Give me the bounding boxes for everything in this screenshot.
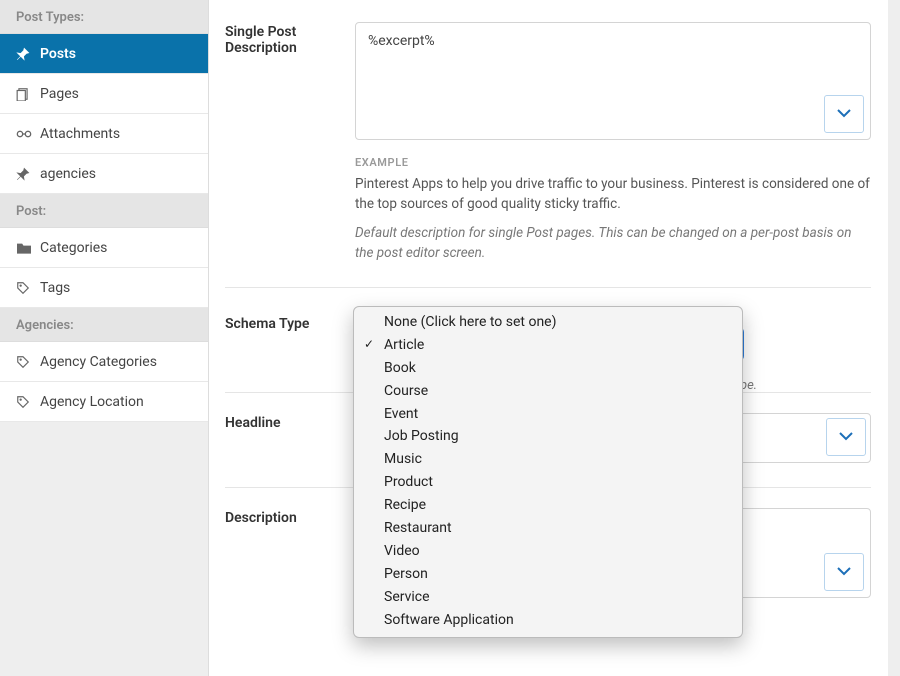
single-post-description-label: Single Post Description: [225, 22, 345, 56]
chevron-down-icon: [837, 567, 851, 577]
page-icon: [16, 87, 40, 101]
headline-label: Headline: [225, 413, 345, 431]
sidebar-item-posts[interactable]: Posts: [0, 34, 208, 74]
description-label: Description: [225, 508, 345, 526]
schema-type-dropdown[interactable]: None (Click here to set one) Article Boo…: [353, 306, 743, 638]
dropdown-option-service[interactable]: Service: [354, 586, 742, 609]
sidebar-item-label: Attachments: [40, 126, 120, 142]
sidebar-item-label: agencies: [40, 166, 96, 182]
pin-icon: [16, 167, 40, 181]
dropdown-option-product[interactable]: Product: [354, 471, 742, 494]
sidebar-item-label: Posts: [40, 46, 76, 62]
dropdown-option-restaurant[interactable]: Restaurant: [354, 517, 742, 540]
dropdown-option-recipe[interactable]: Recipe: [354, 494, 742, 517]
sidebar-item-label: Pages: [40, 86, 79, 102]
folder-icon: [16, 241, 40, 255]
dropdown-option-none[interactable]: None (Click here to set one): [354, 311, 742, 334]
sidebar-item-tags[interactable]: Tags: [0, 268, 208, 308]
sidebar-group-header-post: Post:: [0, 194, 208, 228]
example-text: Pinterest Apps to help you drive traffic…: [355, 175, 871, 214]
sidebar-group-header-post-types: Post Types:: [0, 0, 208, 34]
sidebar-item-agency-location[interactable]: Agency Location: [0, 382, 208, 422]
pin-icon: [16, 47, 40, 61]
variable-dropdown-button[interactable]: [824, 553, 864, 591]
attachments-icon: [16, 127, 40, 141]
divider: [225, 287, 871, 288]
sidebar-item-pages[interactable]: Pages: [0, 74, 208, 114]
single-post-description-value[interactable]: %excerpt%: [356, 23, 870, 93]
variable-dropdown-button[interactable]: [826, 418, 866, 456]
sidebar-item-label: Tags: [40, 280, 70, 296]
sidebar-item-agency-categories[interactable]: Agency Categories: [0, 342, 208, 382]
sidebar-item-attachments[interactable]: Attachments: [0, 114, 208, 154]
chevron-down-icon: [837, 109, 851, 119]
example-heading: EXAMPLE: [355, 156, 871, 169]
sidebar-item-label: Agency Categories: [40, 354, 157, 370]
chevron-down-icon: [839, 432, 853, 442]
dropdown-option-book[interactable]: Book: [354, 357, 742, 380]
sidebar-item-agencies[interactable]: agencies: [0, 154, 208, 194]
schema-type-label: Schema Type: [225, 314, 345, 332]
dropdown-option-person[interactable]: Person: [354, 563, 742, 586]
dropdown-option-job-posting[interactable]: Job Posting: [354, 425, 742, 448]
tag-icon: [16, 355, 40, 369]
dropdown-option-music[interactable]: Music: [354, 448, 742, 471]
sidebar-group-header-agencies: Agencies:: [0, 308, 208, 342]
sidebar-item-categories[interactable]: Categories: [0, 228, 208, 268]
dropdown-option-course[interactable]: Course: [354, 380, 742, 403]
sidebar-item-label: Agency Location: [40, 394, 144, 410]
variable-dropdown-button[interactable]: [824, 95, 864, 133]
tag-icon: [16, 281, 40, 295]
dropdown-option-article[interactable]: Article: [354, 334, 742, 357]
dropdown-option-video[interactable]: Video: [354, 540, 742, 563]
sidebar: Post Types: Posts Pages Attachments agen…: [0, 0, 208, 676]
tag-icon: [16, 395, 40, 409]
dropdown-option-software-application[interactable]: Software Application: [354, 609, 742, 632]
dropdown-option-event[interactable]: Event: [354, 403, 742, 426]
single-post-description-input[interactable]: %excerpt%: [355, 22, 871, 140]
sidebar-item-label: Categories: [40, 240, 107, 256]
default-note: Default description for single Post page…: [355, 224, 871, 263]
